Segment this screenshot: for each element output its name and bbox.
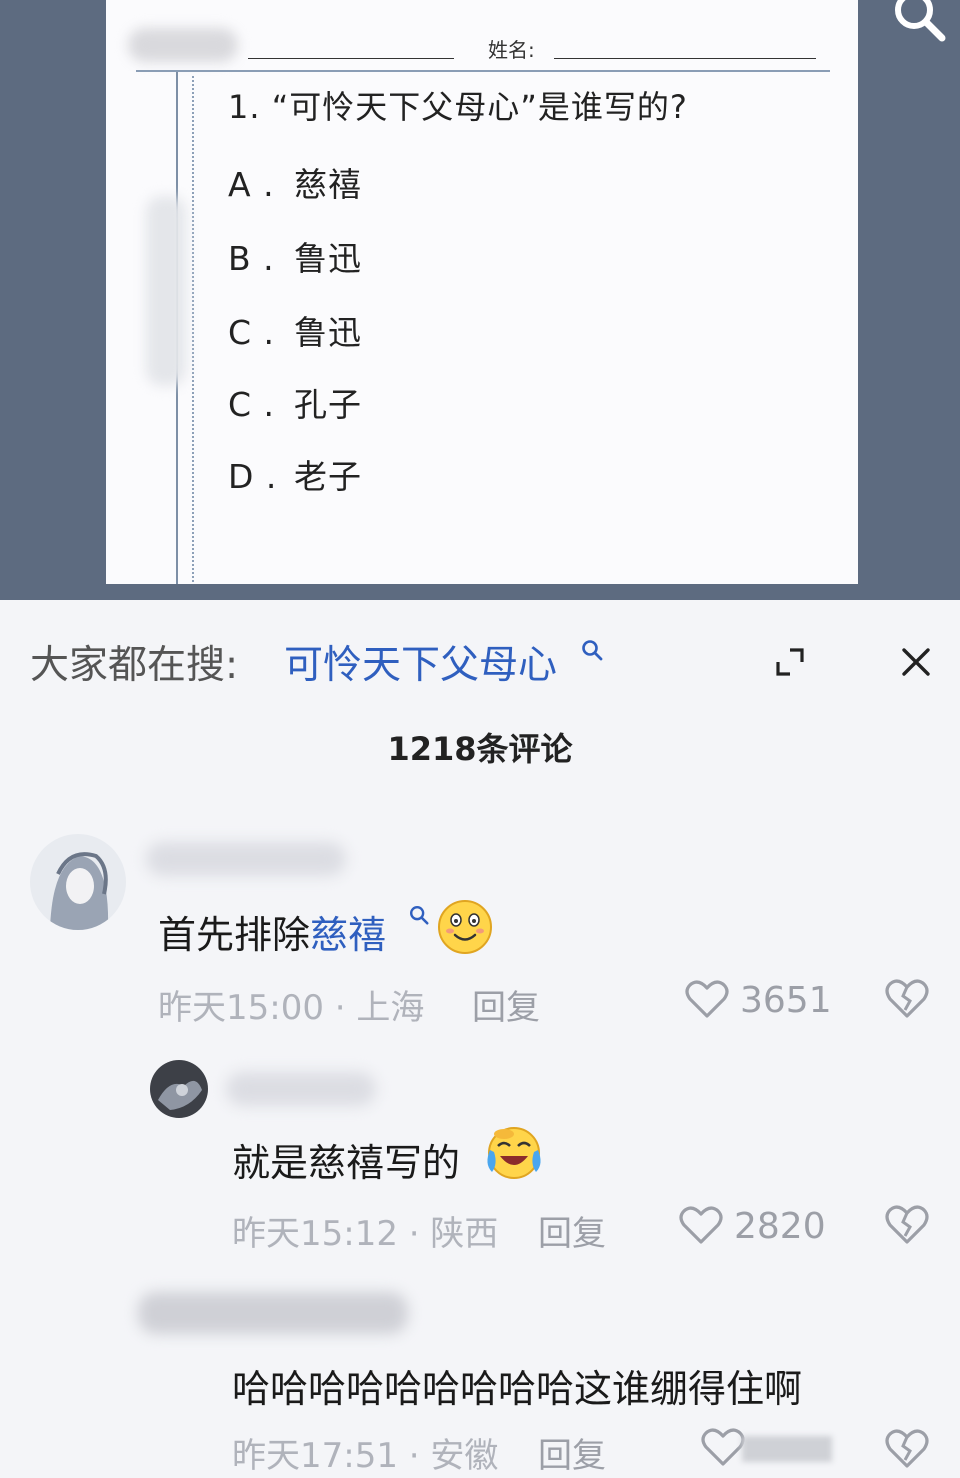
option-text: 孔子 (294, 385, 362, 424)
search-link[interactable]: 慈禧 (310, 913, 386, 957)
close-icon[interactable] (896, 642, 936, 682)
reply-button[interactable]: 回复 (538, 1206, 606, 1255)
comment-time-location: 昨天17:51 · 安徽 (232, 1436, 499, 1476)
option-text: 慈禧 (294, 165, 362, 204)
name-label: 姓名: (488, 38, 535, 62)
blurred-margin-note (146, 196, 186, 386)
heart-icon[interactable] (678, 1204, 724, 1246)
trending-search-query[interactable]: 可怜天下父母心 (284, 634, 557, 690)
heart-icon[interactable] (700, 1426, 746, 1468)
option-text: 鲁迅 (294, 313, 362, 352)
avatar[interactable] (30, 834, 126, 930)
like-count: 3651 (740, 980, 832, 1021)
option-letter: C . (228, 385, 276, 424)
question-text: 1. “可怜天下父母心”是谁写的? (228, 88, 688, 126)
heart-icon[interactable] (684, 978, 730, 1020)
reply-button[interactable]: 回复 (472, 980, 540, 1029)
broken-heart-icon[interactable] (884, 1426, 930, 1472)
search-icon[interactable] (888, 0, 948, 46)
option-b: B . 鲁迅 (228, 232, 362, 280)
avatar[interactable] (150, 1060, 208, 1118)
option-letter: C . (228, 313, 276, 352)
option-text: 老子 (294, 457, 362, 496)
smile-emoji (438, 900, 492, 954)
blurred-student-name (128, 28, 238, 62)
comment-text: 就是慈禧写的 (232, 1141, 461, 1185)
option-c-2: C . 孔子 (228, 378, 362, 426)
search-icon[interactable] (408, 904, 430, 926)
worksheet-paper: 姓名: 1. “可怜天下父母心”是谁写的? A . 慈禧 B . 鲁迅 C . 鲁迅 … (106, 0, 858, 584)
search-icon[interactable] (580, 638, 604, 662)
expand-icon[interactable] (770, 642, 810, 682)
option-d: D . 老子 (228, 450, 362, 498)
trending-search-bar: 大家都在搜: 可怜天下父母心 (0, 600, 960, 720)
name-underline-right (554, 58, 816, 59)
comment-text-part: 首先排除 (158, 913, 311, 957)
option-letter: B . (228, 239, 275, 278)
trending-search-prefix: 大家都在搜: (30, 643, 239, 688)
comment-text: 首先排除慈禧 (158, 904, 386, 959)
like-count: 2820 (734, 1206, 826, 1247)
avatar-image (30, 834, 126, 930)
comment-time-location: 昨天15:00 · 上海 (158, 988, 425, 1028)
comment-count: 1218条评论 (387, 730, 573, 768)
header-divider (136, 70, 830, 72)
option-a: A . 慈禧 (228, 158, 362, 206)
option-text: 鲁迅 (294, 239, 362, 278)
option-letter: A . (228, 165, 275, 204)
broken-heart-icon[interactable] (884, 976, 930, 1022)
margin-dotted-line (192, 76, 194, 582)
option-letter: D . (228, 457, 278, 496)
reply-button[interactable]: 回复 (538, 1428, 606, 1477)
avatar-image (150, 1060, 208, 1118)
censored-like-count (742, 1436, 832, 1462)
video-area[interactable]: 姓名: 1. “可怜天下父母心”是谁写的? A . 慈禧 B . 鲁迅 C . 鲁迅 … (0, 0, 960, 600)
broken-heart-icon[interactable] (884, 1202, 930, 1248)
blurred-username[interactable] (146, 842, 346, 876)
option-c: C . 鲁迅 (228, 306, 362, 354)
blurred-username[interactable] (226, 1072, 376, 1106)
laugh-cry-emoji (487, 1127, 541, 1179)
blurred-avatar-username[interactable] (138, 1292, 408, 1334)
name-underline-left (248, 58, 454, 59)
comment-text: 哈哈哈哈哈哈哈哈哈这谁绷得住啊 (232, 1367, 803, 1411)
comment-time-location: 昨天15:12 · 陕西 (232, 1214, 499, 1254)
